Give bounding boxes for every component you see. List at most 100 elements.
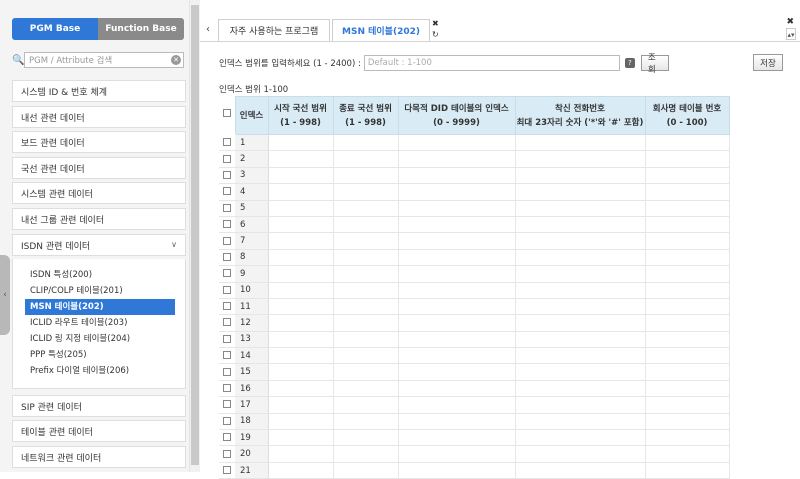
refresh-icon[interactable]: ↻ [432, 30, 439, 39]
row-checkbox[interactable] [223, 318, 231, 327]
start-trunk-cell[interactable] [268, 134, 334, 152]
row-checkbox[interactable] [223, 416, 231, 425]
table-row[interactable]: 5 [219, 200, 730, 217]
menu-board[interactable]: 보드 관련 데이터 [12, 131, 186, 153]
called-number-cell[interactable] [515, 445, 646, 463]
row-checkbox[interactable] [223, 170, 231, 179]
did-index-cell[interactable] [398, 232, 516, 250]
tab-favorites[interactable]: 자주 사용하는 프로그램 [218, 19, 330, 41]
end-trunk-cell[interactable] [333, 249, 399, 267]
company-table-cell[interactable] [645, 200, 730, 217]
did-index-cell[interactable] [398, 150, 516, 168]
called-number-cell[interactable] [515, 216, 646, 234]
end-trunk-cell[interactable] [333, 265, 399, 283]
column-header-did-index[interactable]: 다목적 DID 테이블의 인덱스 (0 - 9999) [397, 96, 516, 135]
end-trunk-cell[interactable] [333, 282, 399, 299]
table-row[interactable]: 12 [219, 314, 730, 332]
row-checkbox[interactable] [223, 203, 231, 212]
select-all-checkbox[interactable] [222, 109, 231, 118]
row-checkbox[interactable] [223, 466, 231, 474]
end-trunk-cell[interactable] [333, 298, 399, 316]
table-row[interactable]: 21 [219, 462, 730, 479]
end-trunk-cell[interactable] [333, 183, 399, 201]
pgm-base-button[interactable]: PGM Base [12, 18, 98, 40]
start-trunk-cell[interactable] [268, 314, 334, 332]
start-trunk-cell[interactable] [268, 445, 334, 463]
end-trunk-cell[interactable] [333, 429, 399, 447]
submenu-item-iclid-route[interactable]: ICLID 라우트 테이블(203) [13, 315, 185, 331]
row-checkbox[interactable] [223, 269, 231, 278]
company-table-cell[interactable] [645, 380, 730, 398]
end-trunk-cell[interactable] [333, 445, 399, 463]
company-table-cell[interactable] [645, 462, 730, 479]
called-number-cell[interactable] [515, 413, 646, 431]
start-trunk-cell[interactable] [268, 380, 334, 398]
end-trunk-cell[interactable] [333, 167, 399, 185]
did-index-cell[interactable] [398, 380, 516, 398]
table-row[interactable]: 15 [219, 363, 730, 381]
did-index-cell[interactable] [398, 396, 516, 414]
scrollbar-thumb[interactable] [191, 5, 199, 465]
end-trunk-cell[interactable] [333, 232, 399, 250]
submenu-item-prefix-dial[interactable]: Prefix 다이얼 테이블(206) [13, 363, 185, 379]
did-index-cell[interactable] [398, 363, 516, 381]
table-row[interactable]: 16 [219, 380, 730, 398]
search-input[interactable]: PGM / Attribute 검색 ✕ [24, 52, 184, 68]
called-number-cell[interactable] [515, 396, 646, 414]
end-trunk-cell[interactable] [333, 413, 399, 431]
end-trunk-cell[interactable] [333, 347, 399, 365]
company-table-cell[interactable] [645, 298, 730, 316]
end-trunk-cell[interactable] [333, 134, 399, 152]
row-checkbox[interactable] [223, 154, 231, 163]
start-trunk-cell[interactable] [268, 347, 334, 365]
row-checkbox[interactable] [223, 400, 231, 409]
start-trunk-cell[interactable] [268, 183, 334, 201]
column-header-index[interactable]: 인덱스 [234, 96, 269, 135]
did-index-cell[interactable] [398, 462, 516, 479]
end-trunk-cell[interactable] [333, 363, 399, 381]
menu-trunk[interactable]: 국선 관련 데이터 [12, 157, 186, 179]
row-checkbox[interactable] [223, 285, 231, 294]
row-checkbox[interactable] [223, 334, 231, 343]
did-index-cell[interactable] [398, 347, 516, 365]
start-trunk-cell[interactable] [268, 298, 334, 316]
start-trunk-cell[interactable] [268, 396, 334, 414]
company-table-cell[interactable] [645, 150, 730, 168]
company-table-cell[interactable] [645, 249, 730, 267]
row-checkbox[interactable] [223, 220, 231, 229]
submenu-item-ppp[interactable]: PPP 특성(205) [13, 347, 185, 363]
start-trunk-cell[interactable] [268, 249, 334, 267]
row-checkbox[interactable] [223, 236, 231, 245]
called-number-cell[interactable] [515, 167, 646, 185]
row-checkbox[interactable] [223, 384, 231, 393]
company-table-cell[interactable] [645, 413, 730, 431]
column-header-start-trunk[interactable]: 시작 국선 범위 (1 - 998) [267, 96, 334, 135]
company-table-cell[interactable] [645, 167, 730, 185]
did-index-cell[interactable] [398, 249, 516, 267]
row-checkbox[interactable] [223, 449, 231, 458]
company-table-cell[interactable] [645, 282, 730, 299]
table-row[interactable]: 9 [219, 265, 730, 283]
row-checkbox[interactable] [223, 367, 231, 376]
did-index-cell[interactable] [398, 331, 516, 349]
company-table-cell[interactable] [645, 396, 730, 414]
called-number-cell[interactable] [515, 429, 646, 447]
menu-sip[interactable]: SIP 관련 데이터 [12, 395, 186, 417]
company-table-cell[interactable] [645, 183, 730, 201]
start-trunk-cell[interactable] [268, 462, 334, 479]
table-row[interactable]: 19 [219, 429, 730, 447]
table-row[interactable]: 4 [219, 183, 730, 201]
save-button[interactable]: 저장 [753, 54, 783, 71]
end-trunk-cell[interactable] [333, 200, 399, 217]
called-number-cell[interactable] [515, 150, 646, 168]
did-index-cell[interactable] [398, 183, 516, 201]
start-trunk-cell[interactable] [268, 167, 334, 185]
start-trunk-cell[interactable] [268, 265, 334, 283]
clear-icon[interactable]: ✕ [171, 55, 181, 65]
company-table-cell[interactable] [645, 265, 730, 283]
table-row[interactable]: 13 [219, 331, 730, 349]
called-number-cell[interactable] [515, 265, 646, 283]
end-trunk-cell[interactable] [333, 380, 399, 398]
row-checkbox[interactable] [223, 351, 231, 360]
end-trunk-cell[interactable] [333, 462, 399, 479]
